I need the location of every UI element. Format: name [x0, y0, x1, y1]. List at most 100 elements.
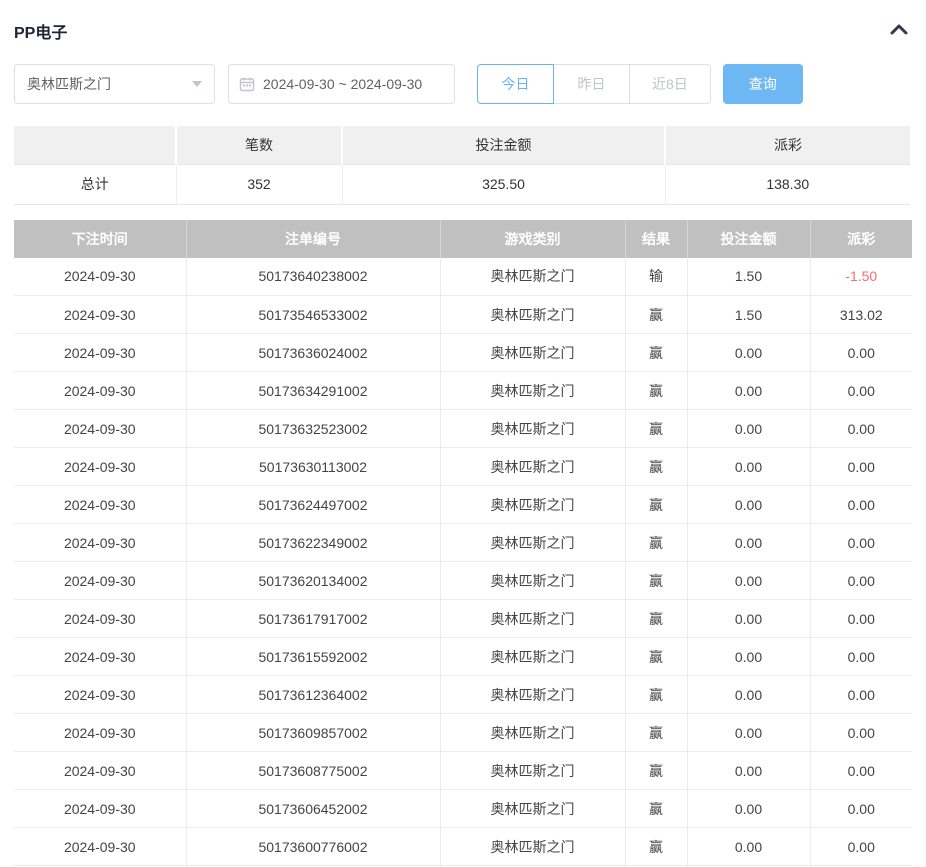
summary-total-count: 352 — [176, 164, 342, 204]
table-row: 2024-09-3050173612364002奥林匹斯之门赢0.000.00 — [14, 676, 912, 714]
cell-game: 奥林匹斯之门 — [440, 524, 625, 562]
cell-result: 赢 — [625, 752, 687, 790]
last-8-days-button[interactable]: 近8日 — [629, 64, 711, 104]
cell-payout: 0.00 — [810, 714, 912, 752]
cell-bet: 0.00 — [687, 752, 810, 790]
cell-result: 赢 — [625, 638, 687, 676]
cell-bet: 0.00 — [687, 410, 810, 448]
summary-header-count: 笔数 — [176, 126, 342, 164]
cell-game: 奥林匹斯之门 — [440, 410, 625, 448]
cell-bet: 0.00 — [687, 372, 810, 410]
cell-time: 2024-09-30 — [14, 676, 186, 714]
summary-header-row: 笔数 投注金额 派彩 — [14, 126, 910, 164]
cell-result: 赢 — [625, 676, 687, 714]
table-row: 2024-09-3050173609857002奥林匹斯之门赢0.000.00 — [14, 714, 912, 752]
table-row: 2024-09-3050173634291002奥林匹斯之门赢0.000.00 — [14, 372, 912, 410]
collapse-panel-button[interactable] — [886, 21, 912, 41]
cell-order-no: 50173624497002 — [186, 486, 440, 524]
cell-order-no: 50173600776002 — [186, 828, 440, 866]
filter-toolbar: 奥林匹斯之门 2024-09-30 ~ 2024-09-30 今日 昨日 近8日… — [14, 64, 912, 104]
game-select-value: 奥林匹斯之门 — [27, 74, 111, 94]
cell-game: 奥林匹斯之门 — [440, 752, 625, 790]
cell-result: 赢 — [625, 334, 687, 372]
table-row: 2024-09-3050173620134002奥林匹斯之门赢0.000.00 — [14, 562, 912, 600]
col-header-game-category: 游戏类别 — [440, 220, 625, 258]
cell-order-no: 50173634291002 — [186, 372, 440, 410]
summary-header-bet-amount: 投注金额 — [342, 126, 665, 164]
cell-payout: 0.00 — [810, 638, 912, 676]
cell-time: 2024-09-30 — [14, 372, 186, 410]
cell-result: 赢 — [625, 486, 687, 524]
cell-bet: 1.50 — [687, 296, 810, 334]
cell-order-no: 50173546533002 — [186, 296, 440, 334]
col-header-result: 结果 — [625, 220, 687, 258]
query-button[interactable]: 查询 — [723, 64, 803, 104]
cell-game: 奥林匹斯之门 — [440, 334, 625, 372]
chevron-up-icon — [890, 22, 908, 40]
col-header-payout: 派彩 — [810, 220, 912, 258]
cell-result: 赢 — [625, 790, 687, 828]
game-select[interactable]: 奥林匹斯之门 — [14, 64, 215, 104]
table-row: 2024-09-3050173630113002奥林匹斯之门赢0.000.00 — [14, 448, 912, 486]
col-header-order-number: 注单编号 — [186, 220, 440, 258]
quick-range-group: 今日 昨日 近8日 — [477, 64, 711, 104]
cell-time: 2024-09-30 — [14, 600, 186, 638]
page-title: PP电子 — [14, 19, 67, 43]
cell-payout: 0.00 — [810, 486, 912, 524]
table-row: 2024-09-3050173608775002奥林匹斯之门赢0.000.00 — [14, 752, 912, 790]
summary-total-row: 总计 352 325.50 138.30 — [14, 164, 910, 204]
cell-order-no: 50173636024002 — [186, 334, 440, 372]
table-row: 2024-09-3050173622349002奥林匹斯之门赢0.000.00 — [14, 524, 912, 562]
table-row: 2024-09-3050173624497002奥林匹斯之门赢0.000.00 — [14, 486, 912, 524]
summary-total-label: 总计 — [14, 164, 176, 204]
cell-bet: 0.00 — [687, 562, 810, 600]
cell-payout: 0.00 — [810, 410, 912, 448]
cell-time: 2024-09-30 — [14, 790, 186, 828]
cell-result: 赢 — [625, 828, 687, 866]
summary-table: 笔数 投注金额 派彩 总计 352 325.50 138.30 — [14, 126, 910, 205]
cell-time: 2024-09-30 — [14, 296, 186, 334]
table-row: 2024-09-3050173606452002奥林匹斯之门赢0.000.00 — [14, 790, 912, 828]
cell-payout: 0.00 — [810, 334, 912, 372]
cell-bet: 0.00 — [687, 524, 810, 562]
cell-game: 奥林匹斯之门 — [440, 486, 625, 524]
summary-total-bet-amount: 325.50 — [342, 164, 665, 204]
cell-payout: 0.00 — [810, 676, 912, 714]
table-row: 2024-09-3050173632523002奥林匹斯之门赢0.000.00 — [14, 410, 912, 448]
cell-result: 赢 — [625, 524, 687, 562]
cell-time: 2024-09-30 — [14, 334, 186, 372]
col-header-bet-time: 下注时间 — [14, 220, 186, 258]
cell-bet: 0.00 — [687, 676, 810, 714]
cell-time: 2024-09-30 — [14, 524, 186, 562]
cell-payout: 0.00 — [810, 562, 912, 600]
date-range-value: 2024-09-30 ~ 2024-09-30 — [263, 76, 422, 92]
cell-order-no: 50173615592002 — [186, 638, 440, 676]
cell-result: 输 — [625, 258, 687, 296]
summary-total-payout: 138.30 — [665, 164, 910, 204]
col-header-bet-amount: 投注金额 — [687, 220, 810, 258]
cell-game: 奥林匹斯之门 — [440, 600, 625, 638]
cell-time: 2024-09-30 — [14, 258, 186, 296]
cell-game: 奥林匹斯之门 — [440, 828, 625, 866]
cell-bet: 0.00 — [687, 600, 810, 638]
table-row: 2024-09-3050173617917002奥林匹斯之门赢0.000.00 — [14, 600, 912, 638]
today-button[interactable]: 今日 — [477, 64, 554, 104]
date-range-picker[interactable]: 2024-09-30 ~ 2024-09-30 — [228, 64, 455, 104]
summary-header-blank — [14, 126, 176, 164]
cell-payout: 0.00 — [810, 790, 912, 828]
cell-payout: -1.50 — [810, 258, 912, 296]
cell-game: 奥林匹斯之门 — [440, 372, 625, 410]
cell-result: 赢 — [625, 714, 687, 752]
cell-game: 奥林匹斯之门 — [440, 790, 625, 828]
cell-time: 2024-09-30 — [14, 448, 186, 486]
cell-game: 奥林匹斯之门 — [440, 638, 625, 676]
cell-bet: 0.00 — [687, 828, 810, 866]
cell-result: 赢 — [625, 562, 687, 600]
cell-game: 奥林匹斯之门 — [440, 296, 625, 334]
yesterday-button[interactable]: 昨日 — [553, 64, 630, 104]
panel-header: PP电子 — [14, 0, 912, 43]
cell-bet: 0.00 — [687, 334, 810, 372]
cell-game: 奥林匹斯之门 — [440, 448, 625, 486]
cell-time: 2024-09-30 — [14, 562, 186, 600]
table-row: 2024-09-3050173615592002奥林匹斯之门赢0.000.00 — [14, 638, 912, 676]
